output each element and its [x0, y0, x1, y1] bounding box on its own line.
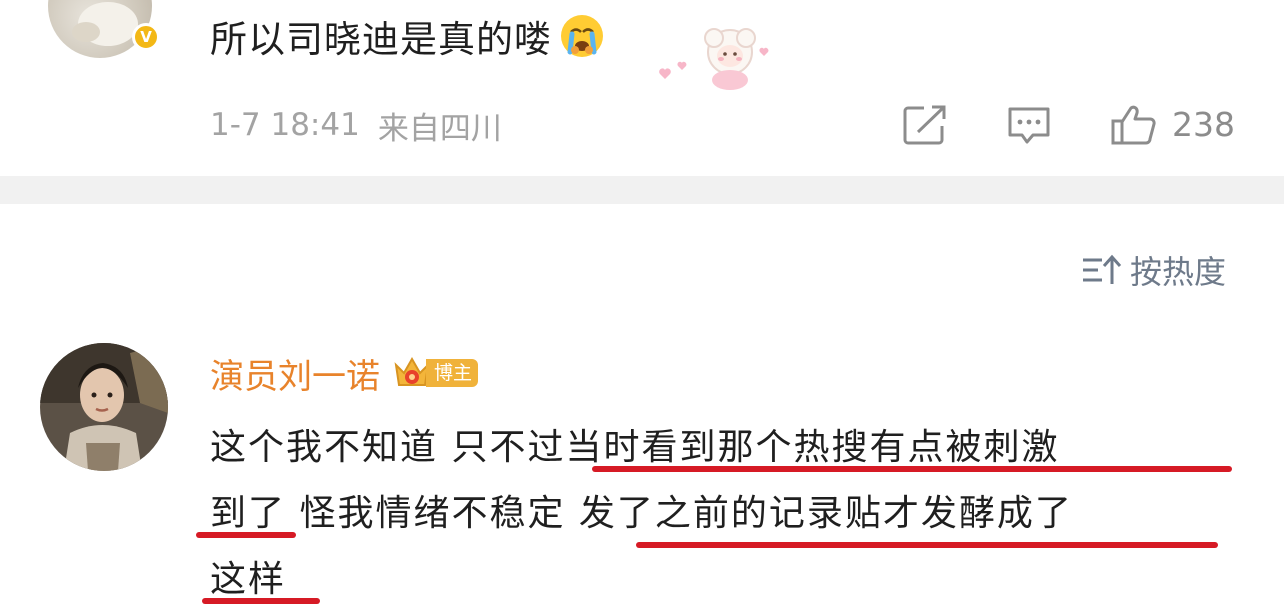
- blogger-name-row: 演员刘一诺 博主: [210, 348, 479, 398]
- verified-badge-icon: V: [132, 23, 160, 51]
- blogger-avatar[interactable]: [40, 343, 168, 471]
- red-underline-2: [196, 532, 296, 538]
- sort-by-hotness-button[interactable]: 按热度: [1080, 248, 1226, 292]
- sheep-sticker-icon: [659, 28, 769, 90]
- like-count: 238: [1172, 105, 1235, 144]
- share-icon[interactable]: [902, 104, 948, 146]
- section-divider: [0, 176, 1284, 204]
- top-comment-meta: 1-7 18:41 来自四川: [210, 105, 502, 147]
- weibo-comment-screenshot: V 所以司晓迪是真的喽 1-7 18:41 来自四川 238 按热度 演员刘一诺…: [0, 0, 1284, 613]
- top-comment-body: 所以司晓迪是真的喽: [210, 8, 606, 64]
- comment-text-line-3: 这样: [210, 559, 287, 600]
- blogger-badge: 博主: [392, 353, 479, 393]
- blogger-badge-label: 博主: [426, 359, 479, 387]
- thumbs-up-icon[interactable]: [1110, 104, 1158, 146]
- comment-icon[interactable]: [1006, 104, 1052, 146]
- crying-face-emoji-icon: [561, 15, 603, 57]
- sort-icon: [1083, 254, 1122, 284]
- red-underline-4: [202, 598, 320, 604]
- red-underline-3: [636, 542, 1218, 548]
- comment-text-line-2: 到了 怪我情绪不稳定 发了之前的记录贴才发酵成了: [210, 493, 1073, 534]
- sort-label: 按热度: [1130, 253, 1227, 291]
- comment-text-line-1: 这个我不知道 只不过当时看到那个热搜有点被刺激: [210, 427, 1060, 468]
- top-comment-text: 所以司晓迪是真的喽: [210, 18, 552, 61]
- top-commenter-avatar-wrap[interactable]: V: [48, 0, 160, 58]
- comment-location: 来自四川: [377, 110, 502, 147]
- red-underline-1: [592, 466, 1232, 472]
- blogger-username[interactable]: 演员刘一诺: [210, 349, 380, 398]
- comment-timestamp: 1-7 18:41: [210, 107, 360, 143]
